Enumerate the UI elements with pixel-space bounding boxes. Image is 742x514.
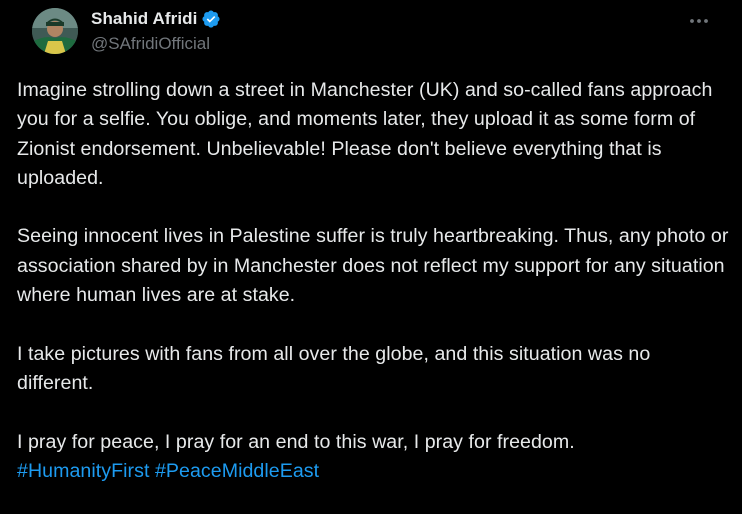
avatar[interactable] [32,8,78,54]
more-options-icon[interactable] [686,8,712,34]
hashtag-link[interactable]: #PeaceMiddleEast [155,460,319,482]
author-identity: Shahid Afridi @SAfridiOfficial [91,8,221,54]
name-row: Shahid Afridi [91,8,221,30]
avatar-image [32,8,78,54]
tweet-paragraph: Imagine strolling down a street in Manch… [17,79,713,189]
verified-badge-icon[interactable] [201,9,221,29]
author-display-name[interactable]: Shahid Afridi [91,9,197,29]
tweet-paragraph: I take pictures with fans from all over … [17,342,651,394]
tweet-paragraph: Seeing innocent lives in Palestine suffe… [17,225,729,307]
tweet-text: Imagine strolling down a street in Manch… [17,76,729,486]
tweet-paragraph: I pray for peace, I pray for an end to t… [17,430,575,453]
tweet-paragraph-with-hashtags: I pray for peace, I pray for an end to t… [17,428,729,487]
hashtag-link[interactable]: #HumanityFirst [17,460,149,482]
tweet-card: Shahid Afridi @SAfridiOfficial Imagine s… [0,0,742,514]
tweet-header: Shahid Afridi @SAfridiOfficial [16,0,726,64]
author-handle[interactable]: @SAfridiOfficial [91,34,221,54]
